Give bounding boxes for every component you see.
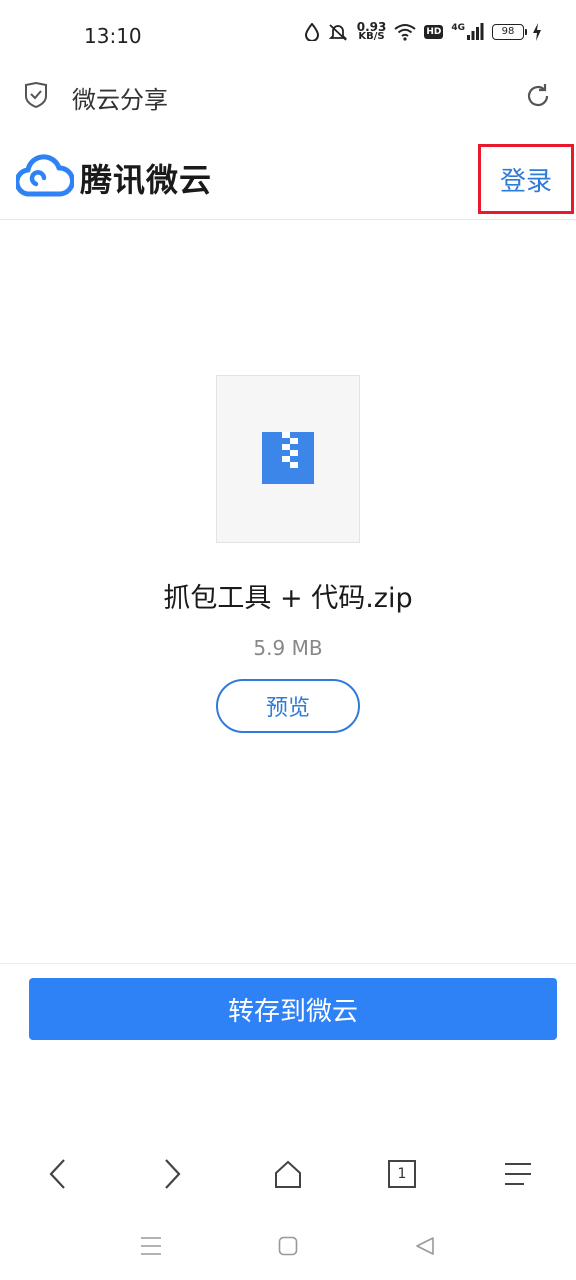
battery-icon: 98 [492, 24, 527, 40]
recent-apps-icon[interactable] [137, 1232, 165, 1260]
signal-type: 4G [451, 23, 465, 33]
system-back-icon[interactable] [411, 1232, 439, 1260]
login-button[interactable]: 登录 [478, 144, 574, 214]
browser-title-bar: 微云分享 [0, 70, 576, 120]
save-bar: 转存到微云 [0, 963, 576, 1063]
net-speed-unit: KB/S [358, 31, 385, 42]
mute-bell-icon [327, 23, 349, 41]
home-button-icon[interactable] [274, 1232, 302, 1260]
home-icon[interactable] [268, 1154, 308, 1194]
forward-icon[interactable] [152, 1154, 192, 1194]
signal-icon: 4G [451, 23, 484, 41]
shield-check-icon[interactable] [24, 81, 48, 112]
refresh-icon[interactable] [524, 82, 552, 114]
status-icons: 0.93 KB/S HD 4G 98 [304, 21, 542, 42]
preview-button[interactable]: 预览 [216, 679, 360, 733]
site-header: 腾讯微云 登录 [0, 140, 576, 220]
wifi-icon [394, 23, 416, 41]
cloud-logo-icon [14, 154, 75, 202]
tabs-icon[interactable]: 1 [382, 1154, 422, 1194]
zip-file-icon [262, 432, 314, 488]
tab-count: 1 [397, 1166, 407, 1182]
file-name: 抓包工具 + 代码.zip [163, 583, 413, 614]
water-drop-icon [304, 23, 319, 41]
net-speed: 0.93 KB/S [357, 21, 387, 42]
status-time: 13:10 [84, 24, 142, 48]
hd-badge: HD [424, 25, 444, 39]
battery-level: 98 [501, 26, 515, 37]
browser-nav-bar: 1 [0, 1140, 576, 1206]
browser-page-title: 微云分享 [72, 86, 168, 114]
file-thumbnail[interactable] [216, 375, 360, 543]
charging-icon [532, 23, 542, 41]
system-nav-bar [0, 1212, 576, 1280]
back-icon[interactable] [38, 1154, 78, 1194]
brand-name: 腾讯微云 [80, 161, 213, 199]
file-size: 5.9 MB [253, 636, 323, 660]
save-to-weiyun-button[interactable]: 转存到微云 [29, 978, 557, 1040]
status-bar: 13:10 0.93 KB/S HD 4G 98 [0, 0, 576, 70]
brand-logo[interactable]: 腾讯微云 [14, 154, 213, 202]
menu-icon[interactable] [498, 1154, 538, 1194]
